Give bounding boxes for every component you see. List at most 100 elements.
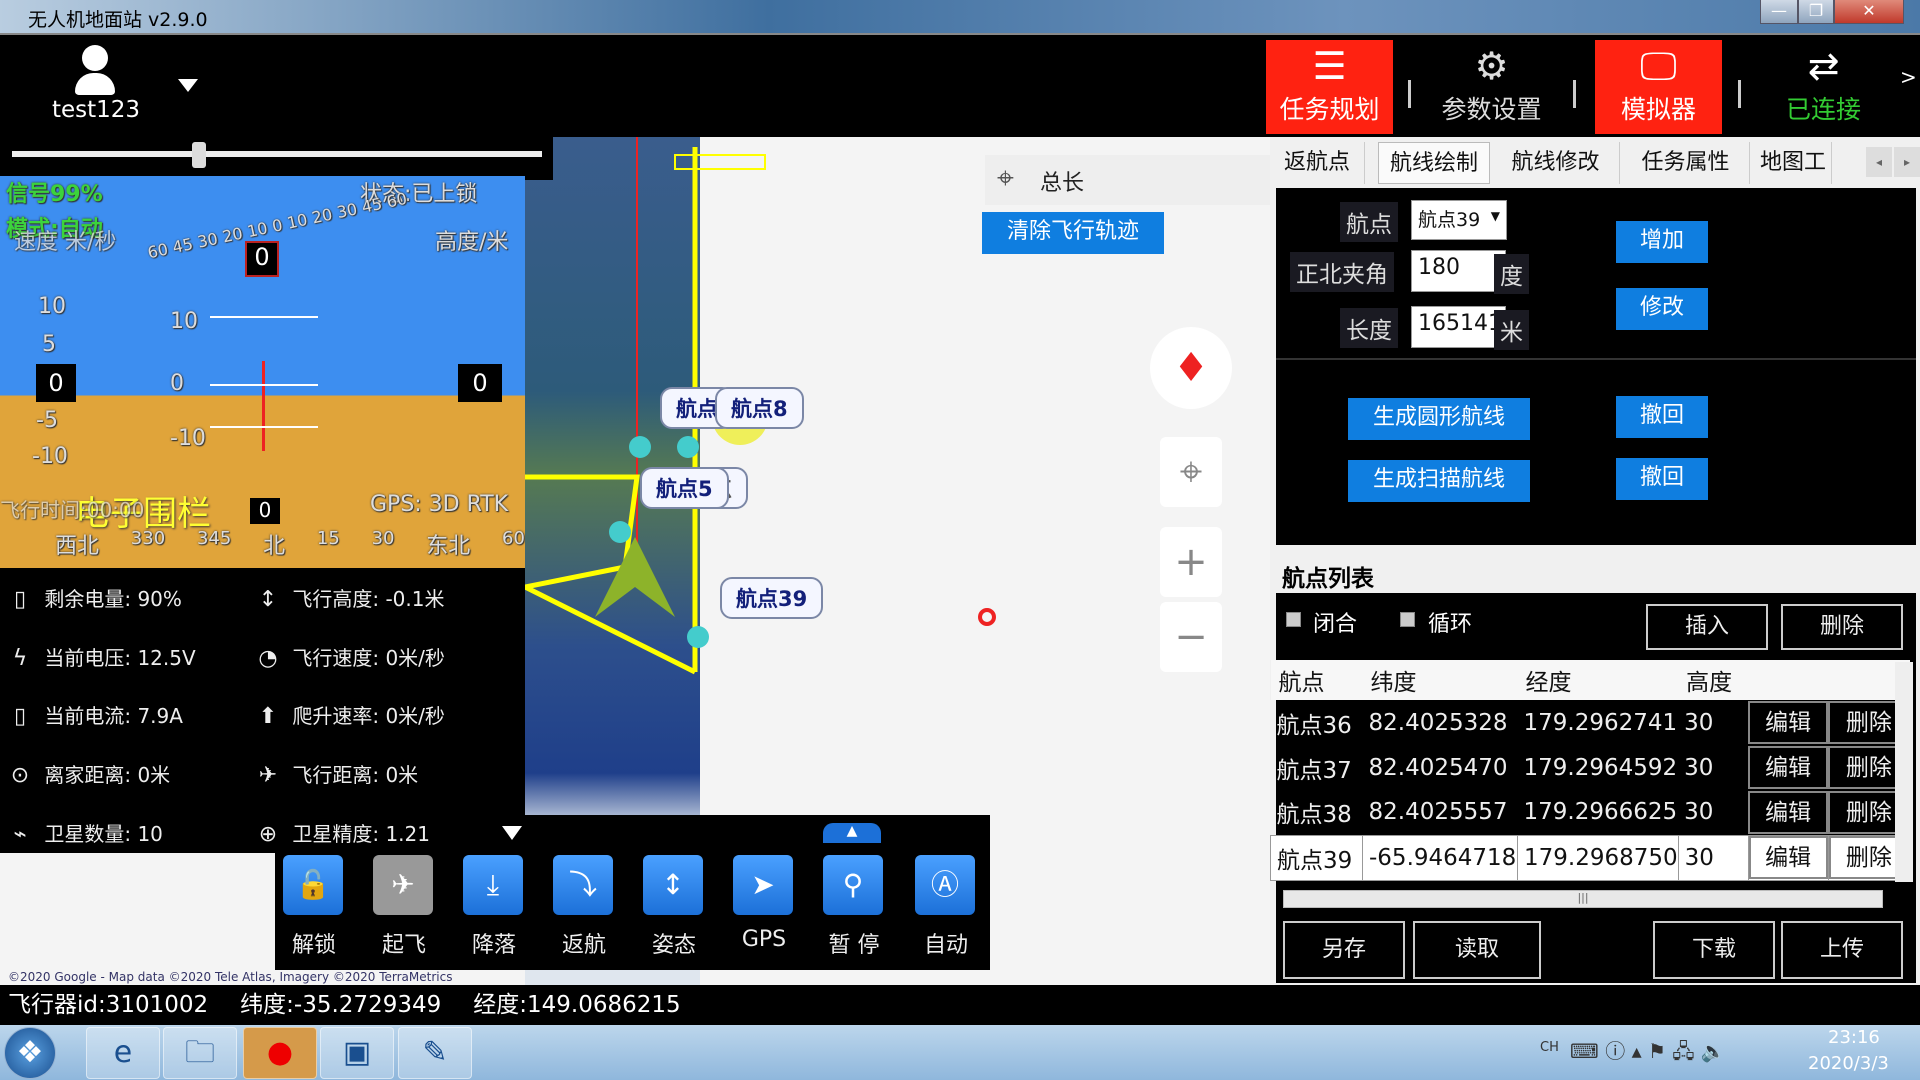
expand-icon[interactable]: ▲ xyxy=(823,823,881,843)
table-row[interactable]: 航点39 -65.9464718 179.2968750 30 编辑 删除 xyxy=(1270,834,1911,881)
user-dropdown-icon[interactable] xyxy=(178,79,198,92)
waypoint-pin xyxy=(687,626,709,648)
auto-button[interactable]: Ⓐ 自动 xyxy=(915,855,977,959)
slider-handle[interactable] xyxy=(192,142,206,168)
collapse-icon[interactable] xyxy=(502,826,522,840)
download-button[interactable]: 下载 xyxy=(1653,921,1775,979)
upload-button[interactable]: 上传 xyxy=(1781,921,1903,979)
battery-stat: ▯ 剩余电量: 90% xyxy=(2,583,182,612)
cell: 179.2962741 xyxy=(1523,709,1678,736)
waypoint-label[interactable]: 航点5 xyxy=(640,467,729,509)
tab-scroll-right[interactable]: ▸ xyxy=(1894,147,1920,177)
undo-circle-button[interactable]: 撤回 xyxy=(1616,396,1708,438)
current-stat: ▯ 当前电流: 7.9A xyxy=(2,700,183,729)
cell: 82.4025328 xyxy=(1368,709,1508,736)
attitude-icon: ↕ xyxy=(643,855,703,915)
angle-stepper[interactable]: 180 xyxy=(1411,250,1506,292)
angle-label: 正北夹角 xyxy=(1290,252,1394,292)
waypoint-select[interactable]: 航点39 ▼ xyxy=(1411,200,1507,240)
zoom-in-button[interactable]: + xyxy=(1160,527,1222,597)
tab-route-draw[interactable]: 航线绘制 xyxy=(1378,142,1490,184)
row-edit-button[interactable]: 编辑 xyxy=(1748,746,1829,789)
explorer-icon[interactable]: 🗀 xyxy=(163,1027,237,1079)
table-row[interactable]: 航点36 82.4025328 179.2962741 30 编辑 删除 xyxy=(1271,700,1910,745)
tab-home-point[interactable]: 返航点 xyxy=(1270,142,1365,184)
waypoint-label[interactable]: 航点39 xyxy=(720,577,824,619)
voltage-stat: ϟ 当前电压: 12.5V xyxy=(2,642,196,671)
generate-scan-route-button[interactable]: 生成扫描航线 xyxy=(1348,460,1530,502)
climb-stat: ⬆ 爬升速率: 0米/秒 xyxy=(250,700,445,729)
nav-more-button[interactable]: > xyxy=(1900,65,1917,89)
language-indicator[interactable]: CH xyxy=(1540,1040,1559,1055)
modify-button[interactable]: 修改 xyxy=(1616,288,1708,330)
closed-checkbox[interactable] xyxy=(1286,612,1301,627)
ie-icon[interactable]: e xyxy=(86,1027,160,1079)
attitude-button[interactable]: ↕ 姿态 xyxy=(643,855,705,959)
nav-params[interactable]: ⚙ 参数设置 xyxy=(1428,40,1555,134)
length-stepper[interactable]: 1651414 xyxy=(1411,306,1506,348)
slider-track[interactable] xyxy=(12,151,542,157)
minimize-button[interactable]: — xyxy=(1760,0,1798,24)
flight-distance-stat: ✈ 飞行距离: 0米 xyxy=(250,759,418,788)
vertical-scrollbar[interactable] xyxy=(1895,662,1913,882)
zoom-out-button[interactable]: − xyxy=(1160,602,1222,672)
tab-mission-props[interactable]: 任务属性 xyxy=(1622,142,1750,184)
climb-arrow-icon: ⬆ xyxy=(258,704,278,729)
table-row[interactable]: 航点37 82.4025470 179.2964592 30 编辑 删除 xyxy=(1271,745,1910,790)
app-window-icon[interactable]: ▣ xyxy=(320,1027,394,1079)
user-avatar-icon[interactable] xyxy=(75,45,115,95)
save-as-button[interactable]: 另存 xyxy=(1283,921,1405,979)
nav-simulator[interactable]: 🖵 模拟器 xyxy=(1595,40,1722,134)
row-edit-button[interactable]: 编辑 xyxy=(1748,790,1829,834)
generate-circle-route-button[interactable]: 生成圆形航线 xyxy=(1348,398,1530,440)
telemetry-panel: ▯ 剩余电量: 90% ↕ 飞行高度: -0.1米 ϟ 当前电压: 12.5V … xyxy=(0,568,525,853)
cell: 179.2964592 xyxy=(1523,754,1678,781)
return-home-button[interactable]: ⤵ 返航 xyxy=(553,855,615,959)
clock-date[interactable]: 2020/3/3 xyxy=(1808,1053,1889,1074)
compass-icon[interactable]: ♦ xyxy=(1150,327,1232,409)
chevron-down-icon: ▼ xyxy=(1490,209,1500,223)
takeoff-button[interactable]: ✈ 起飞 xyxy=(373,855,435,959)
notepad-icon[interactable]: ✎ xyxy=(398,1027,472,1079)
close-button[interactable]: ✕ xyxy=(1834,0,1904,24)
waypoint-label[interactable]: 航点8 xyxy=(715,387,804,429)
nav-mission-plan[interactable]: ☰ 任务规划 xyxy=(1266,40,1393,134)
cell: 航点38 xyxy=(1276,802,1352,829)
nav-connected[interactable]: ⇄ 已连接 xyxy=(1760,40,1887,134)
landing-button[interactable]: ⤓ 降落 xyxy=(463,855,525,959)
tab-scroll-left[interactable]: ◂ xyxy=(1866,147,1892,177)
speed-value: 0 xyxy=(36,364,76,402)
row-edit-button[interactable]: 编辑 xyxy=(1748,701,1829,744)
pause-button[interactable]: ⚲ 暂 停 xyxy=(823,855,885,959)
flight-time: 飞行时间:00:00 xyxy=(0,498,145,522)
speed-tick: 10 xyxy=(38,294,66,319)
clock-time[interactable]: 23:16 xyxy=(1828,1027,1880,1048)
status-bar-right xyxy=(1270,985,1920,1025)
add-button[interactable]: 增加 xyxy=(1616,221,1708,263)
tray-icons[interactable]: ⌨ ⓘ ▴ ⚑ 🖧 🔈 xyxy=(1570,1035,1726,1071)
start-button[interactable]: ❖ xyxy=(4,1027,56,1079)
row-edit-button[interactable]: 编辑 xyxy=(1748,836,1828,879)
cell: 30 xyxy=(1684,754,1714,781)
tab-route-edit[interactable]: 航线修改 xyxy=(1492,142,1620,184)
read-button[interactable]: 读取 xyxy=(1413,921,1541,979)
angle-unit: 度 xyxy=(1494,254,1529,294)
recorder-icon[interactable]: ● xyxy=(243,1027,317,1079)
table-row[interactable]: 航点38 82.4025557 179.2966625 30 编辑 删除 xyxy=(1271,790,1910,835)
tab-map-tools[interactable]: 地图工 xyxy=(1752,142,1832,184)
locate-icon[interactable]: ⌖ xyxy=(1160,437,1222,507)
insert-button[interactable]: 插入 xyxy=(1646,604,1768,650)
speedometer-icon: ◔ xyxy=(258,646,278,671)
map-attribution: ©2020 Google - Map data ©2020 Tele Atlas… xyxy=(8,970,453,984)
gps-button[interactable]: ➤ GPS xyxy=(733,855,795,952)
heading-tape: 西北 330 345 北 15 30 东北 60 xyxy=(55,528,525,559)
unlock-button[interactable]: 🔓 解锁 xyxy=(283,855,345,959)
maximize-button[interactable]: ❐ xyxy=(1798,0,1834,24)
clear-track-button[interactable]: 清除飞行轨迹 xyxy=(982,212,1164,254)
horizontal-scrollbar[interactable]: ||| xyxy=(1283,890,1883,908)
delete-button[interactable]: 删除 xyxy=(1781,604,1903,650)
undo-scan-button[interactable]: 撤回 xyxy=(1616,458,1708,500)
longitude-readout: 经度:149.0686215 xyxy=(473,992,681,1018)
heading-value: 0 xyxy=(250,498,280,524)
loop-checkbox[interactable] xyxy=(1400,612,1415,627)
